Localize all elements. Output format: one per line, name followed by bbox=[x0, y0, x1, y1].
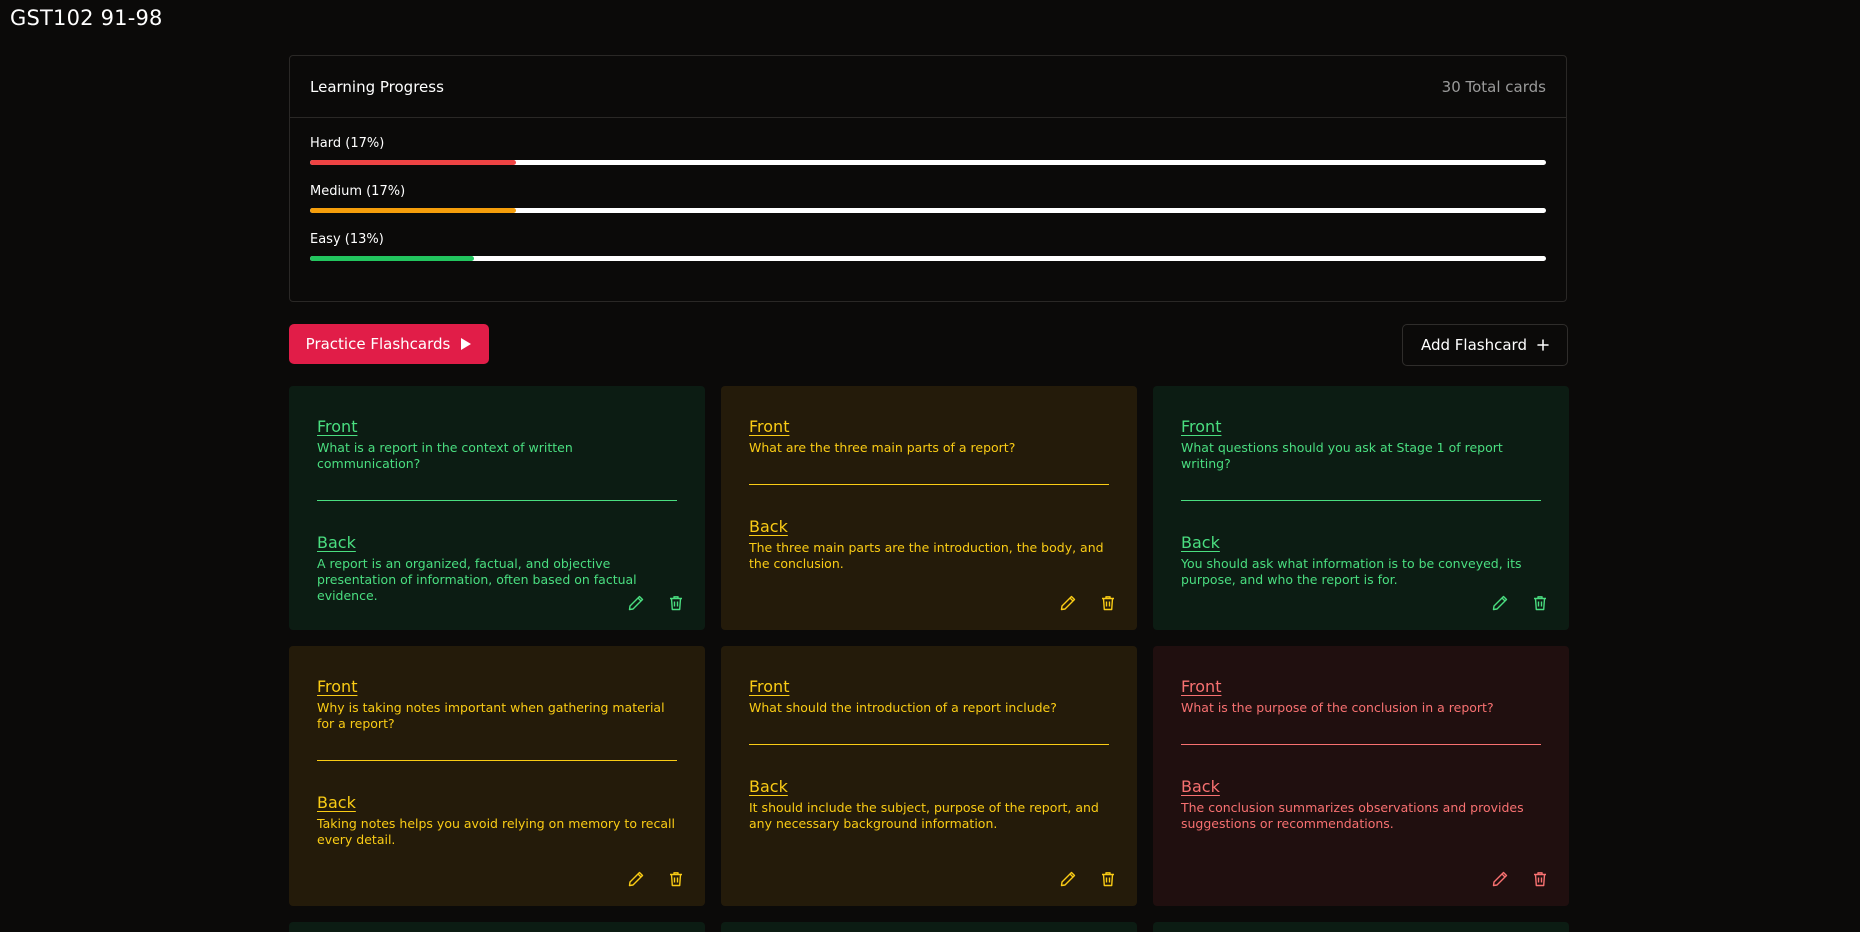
back-label: Back bbox=[1181, 533, 1220, 552]
practice-flashcards-label: Practice Flashcards bbox=[305, 335, 451, 353]
progress-fill-easy bbox=[310, 256, 475, 261]
delete-trash-icon[interactable] bbox=[667, 594, 685, 612]
back-label: Back bbox=[749, 517, 788, 536]
delete-trash-icon[interactable] bbox=[1531, 594, 1549, 612]
back-label: Back bbox=[317, 533, 356, 552]
progress-row-hard: Hard (17%) bbox=[310, 136, 1546, 165]
delete-trash-icon[interactable] bbox=[1531, 870, 1549, 888]
back-text: The three main parts are the introductio… bbox=[749, 540, 1104, 571]
front-text: What questions should you ask at Stage 1… bbox=[1181, 440, 1503, 471]
flashcard-partial[interactable] bbox=[289, 922, 705, 932]
card-divider bbox=[1181, 744, 1541, 745]
practice-flashcards-button[interactable]: Practice Flashcards bbox=[289, 324, 489, 364]
back-label: Back bbox=[1181, 777, 1220, 796]
front-label: Front bbox=[1181, 417, 1222, 436]
back-label: Back bbox=[749, 777, 788, 796]
edit-pencil-icon[interactable] bbox=[627, 870, 645, 888]
progress-row-medium: Medium (17%) bbox=[310, 184, 1546, 213]
progress-fill-medium bbox=[310, 208, 517, 213]
edit-pencil-icon[interactable] bbox=[627, 594, 645, 612]
progress-label-medium: Medium (17%) bbox=[310, 184, 406, 199]
progress-title: Learning Progress bbox=[310, 77, 444, 96]
front-label: Front bbox=[1181, 677, 1222, 696]
progress-row-easy: Easy (13%) bbox=[310, 232, 1546, 261]
back-text: It should include the subject, purpose o… bbox=[749, 800, 1099, 831]
total-cards-count: 30 Total cards bbox=[1441, 77, 1546, 96]
back-text: A report is an organized, factual, and o… bbox=[317, 556, 637, 603]
flashcard-partial[interactable] bbox=[721, 922, 1137, 932]
card-divider bbox=[1181, 500, 1541, 501]
flashcard-partial[interactable] bbox=[1153, 922, 1569, 932]
learning-progress-panel: Learning Progress 30 Total cards Hard (1… bbox=[289, 55, 1567, 302]
front-label: Front bbox=[317, 677, 358, 696]
front-text: What is a report in the context of writt… bbox=[317, 440, 573, 471]
progress-track-hard bbox=[310, 160, 1546, 165]
card-divider bbox=[749, 484, 1109, 485]
add-flashcard-label: Add Flashcard bbox=[1421, 336, 1527, 354]
flashcard[interactable]: Front What should the introduction of a … bbox=[721, 646, 1137, 906]
edit-pencil-icon[interactable] bbox=[1059, 594, 1077, 612]
progress-fill-hard bbox=[310, 160, 517, 165]
progress-track-easy bbox=[310, 256, 1546, 261]
edit-pencil-icon[interactable] bbox=[1059, 870, 1077, 888]
back-text: You should ask what information is to be… bbox=[1181, 556, 1522, 587]
progress-label-hard: Hard (17%) bbox=[310, 136, 385, 151]
front-label: Front bbox=[749, 677, 790, 696]
flashcard[interactable]: Front What is a report in the context of… bbox=[289, 386, 705, 630]
flashcard-grid: Front What is a report in the context of… bbox=[289, 386, 1569, 906]
back-label: Back bbox=[317, 793, 356, 812]
front-text: What should the introduction of a report… bbox=[749, 700, 1057, 715]
card-divider bbox=[317, 760, 677, 761]
plus-icon bbox=[1537, 339, 1549, 351]
page-title: GST102 91-98 bbox=[10, 6, 163, 30]
flashcard[interactable]: Front What is the purpose of the conclus… bbox=[1153, 646, 1569, 906]
flashcard[interactable]: Front What questions should you ask at S… bbox=[1153, 386, 1569, 630]
front-text: What is the purpose of the conclusion in… bbox=[1181, 700, 1494, 715]
flashcard[interactable]: Front What are the three main parts of a… bbox=[721, 386, 1137, 630]
progress-label-easy: Easy (13%) bbox=[310, 232, 384, 247]
play-icon bbox=[460, 337, 472, 351]
card-divider bbox=[749, 744, 1109, 745]
progress-header: Learning Progress 30 Total cards bbox=[290, 56, 1566, 118]
card-divider bbox=[317, 500, 677, 501]
front-label: Front bbox=[317, 417, 358, 436]
delete-trash-icon[interactable] bbox=[1099, 870, 1117, 888]
back-text: Taking notes helps you avoid relying on … bbox=[317, 816, 675, 847]
flashcard[interactable]: Front Why is taking notes important when… bbox=[289, 646, 705, 906]
delete-trash-icon[interactable] bbox=[667, 870, 685, 888]
back-text: The conclusion summarizes observations a… bbox=[1181, 800, 1524, 831]
front-text: Why is taking notes important when gathe… bbox=[317, 700, 665, 731]
add-flashcard-button[interactable]: Add Flashcard bbox=[1402, 324, 1568, 366]
progress-track-medium bbox=[310, 208, 1546, 213]
front-label: Front bbox=[749, 417, 790, 436]
edit-pencil-icon[interactable] bbox=[1491, 594, 1509, 612]
edit-pencil-icon[interactable] bbox=[1491, 870, 1509, 888]
delete-trash-icon[interactable] bbox=[1099, 594, 1117, 612]
front-text: What are the three main parts of a repor… bbox=[749, 440, 1016, 455]
